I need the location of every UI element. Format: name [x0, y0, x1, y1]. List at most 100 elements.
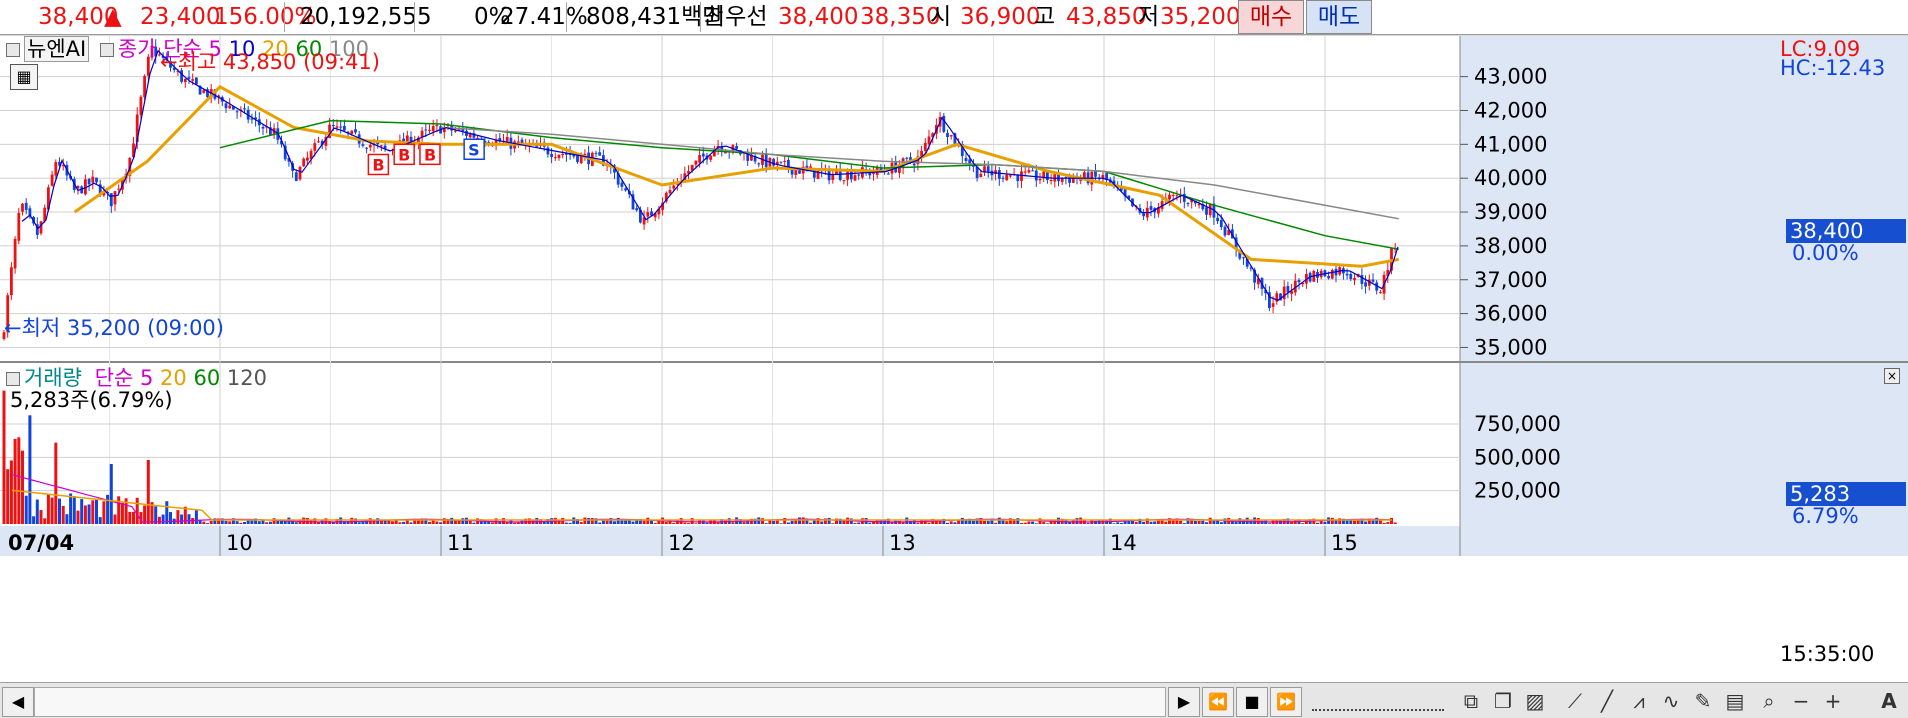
candle-body: [235, 111, 239, 113]
table-icon[interactable]: ▦: [10, 64, 38, 90]
candle-body: [997, 170, 1001, 179]
volume-bar: [32, 516, 36, 524]
chart-canvas[interactable]: 07/04 10 11 12 13 14 15 43,000 42,000 41,000 40,00…: [0, 36, 1908, 682]
chart-icon[interactable]: ▤: [1720, 687, 1750, 715]
candle-body: [39, 221, 43, 234]
volume-bar: [113, 514, 117, 524]
overlay-icon[interactable]: ❐: [1488, 687, 1518, 715]
current-time: 15:35:00: [1780, 642, 1875, 666]
volume-bar: [1267, 523, 1271, 524]
rewind-icon[interactable]: ⏪: [1202, 687, 1234, 717]
volume-bar: [143, 505, 147, 524]
volume-bar: [1034, 523, 1038, 524]
candle-body: [783, 160, 787, 162]
draw-icon[interactable]: ✎: [1688, 687, 1718, 715]
close-panel-icon[interactable]: ×: [1884, 368, 1900, 384]
copy-icon[interactable]: ⧉: [1456, 687, 1486, 715]
low-price: 35,200: [1160, 4, 1241, 30]
candle-body: [1186, 203, 1190, 205]
candle-body: [1286, 286, 1290, 293]
volume-bar: [1182, 523, 1186, 524]
volume-label: 거래량: [24, 366, 82, 390]
candle-body: [905, 157, 909, 159]
volume-bar: [1123, 521, 1127, 524]
high-note-text: 최고 43,850 (09:41): [177, 50, 380, 74]
volume-bar: [1057, 517, 1060, 524]
candle-body: [698, 155, 701, 163]
panel-toggle-icon[interactable]: [6, 43, 20, 57]
candle-body: [298, 166, 302, 180]
volume-bar: [613, 521, 616, 524]
volume-bar: [106, 494, 110, 524]
candle-body: [1219, 219, 1223, 228]
volume-bar: [664, 521, 668, 524]
candle-body: [1053, 173, 1057, 182]
volume-bar: [934, 521, 938, 524]
candle-body: [224, 103, 228, 109]
volume-bar: [583, 517, 587, 524]
time-label: 14: [1110, 531, 1137, 555]
volume-bar: [646, 517, 650, 524]
volume-ma-label: 단순: [94, 366, 134, 390]
line-tool-icon[interactable]: ╱: [1592, 687, 1622, 715]
volume-bar: [1127, 521, 1131, 524]
volume-bar: [1256, 518, 1260, 524]
candle-body: [87, 178, 91, 185]
volume-bar: [927, 522, 931, 524]
hatch-icon[interactable]: ▨: [1520, 687, 1550, 715]
chart-area[interactable]: 07/04 10 11 12 13 14 15 43,000 42,000 41,000 40,00…: [0, 36, 1908, 682]
candle-body: [350, 130, 354, 134]
candle-body: [1023, 171, 1027, 173]
volume-bar: [206, 523, 209, 524]
horizontal-scrollbar[interactable]: [34, 687, 1166, 717]
total-volume: 20,192,555: [300, 4, 432, 30]
candle-body: [420, 130, 424, 137]
candle-body: [1371, 279, 1375, 282]
trend-tool-icon[interactable]: ⟋: [1560, 687, 1590, 715]
candle-body: [24, 202, 28, 210]
volume-bar: [117, 496, 121, 524]
quote-bar: 38,400 ▲ 23,400 156.00% 20,192,555 0% 27…: [0, 0, 1908, 35]
volume-bar: [165, 501, 169, 524]
zoom-out-icon[interactable]: −: [1786, 687, 1816, 715]
stop-icon[interactable]: ■: [1236, 687, 1268, 717]
divider: [284, 2, 285, 32]
volume-bar: [257, 521, 261, 524]
candle-body: [1027, 170, 1031, 173]
fast-forward-icon[interactable]: ⏩: [1270, 687, 1302, 717]
buy-button[interactable]: 매수: [1238, 0, 1304, 34]
candle-body: [620, 182, 624, 187]
volume-bar: [24, 495, 28, 524]
text-tool-icon[interactable]: A: [1874, 687, 1904, 715]
volume-bar: [631, 521, 635, 524]
panel-toggle-icon[interactable]: [99, 43, 114, 57]
search-icon[interactable]: ⌕: [1754, 687, 1784, 715]
volume-legend: 거래량 단순 5 20 60 120: [6, 366, 267, 390]
time-label: 15: [1331, 531, 1358, 555]
candle-body: [979, 173, 983, 178]
volume-bar: [1156, 520, 1160, 524]
volume-bar: [72, 496, 76, 524]
signal-label: S: [468, 140, 480, 159]
wave-icon[interactable]: ∿: [1656, 687, 1686, 715]
candle-body: [598, 152, 602, 156]
play-icon[interactable]: ▶: [1168, 687, 1200, 717]
sell-button[interactable]: 매도: [1306, 0, 1372, 34]
scroll-left-button[interactable]: ◀: [2, 687, 34, 717]
speed-slider[interactable]: [1312, 691, 1444, 711]
current-price-tag: 38,400: [1786, 219, 1906, 243]
candle-body: [1327, 276, 1330, 279]
volume-bar: [690, 518, 694, 524]
candle-body: [923, 142, 927, 151]
current-pct-tag: 0.00%: [1792, 241, 1859, 265]
price-tick-label: 37,000: [1474, 268, 1547, 292]
candle-body: [646, 212, 650, 217]
zoom-in-icon[interactable]: +: [1818, 687, 1848, 715]
volume-bar: [953, 522, 957, 524]
volume-bar: [590, 518, 594, 524]
volume-bar: [61, 505, 65, 524]
zigzag-icon[interactable]: ⩘: [1624, 687, 1654, 715]
panel-toggle-icon[interactable]: [6, 372, 20, 386]
volume-bar: [1164, 521, 1168, 524]
signal-label: B: [398, 145, 410, 164]
